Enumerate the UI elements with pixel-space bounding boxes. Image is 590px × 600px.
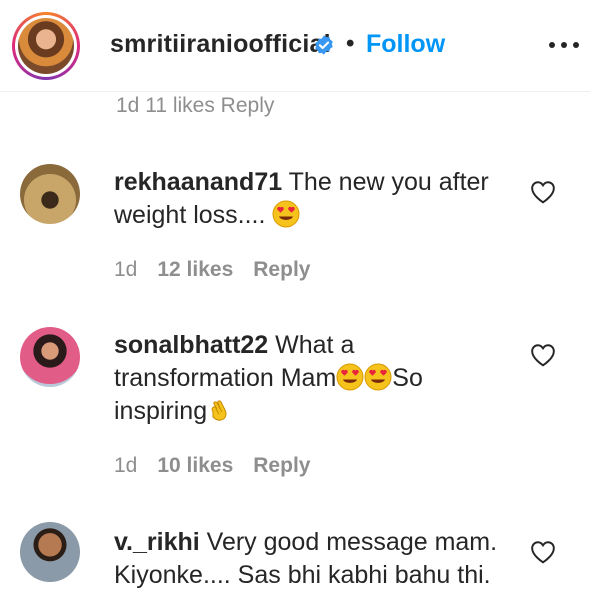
comment-time: 1d: [114, 258, 138, 281]
comment-meta: 1d 10 likes Reply: [114, 454, 310, 478]
reply-button[interactable]: Reply: [253, 454, 310, 478]
profile-username[interactable]: smritiiranioofficial: [110, 30, 331, 59]
comment-likes[interactable]: 12 likes: [157, 258, 233, 282]
comment-meta: 1d 12 likes Reply: [114, 258, 310, 282]
comment-likes[interactable]: 10 likes: [157, 454, 233, 478]
comment-text: sonalbhatt22 What a transformation Mam S…: [114, 329, 474, 428]
commenter-avatar[interactable]: [20, 522, 80, 582]
profile-avatar[interactable]: [12, 12, 80, 80]
more-dot: [561, 42, 567, 48]
comment-author[interactable]: v._rikhi: [114, 528, 200, 556]
reply-button[interactable]: Reply: [253, 258, 310, 282]
comment-author[interactable]: rekhaanand71: [114, 168, 282, 196]
comment-text: v._rikhi Very good message mam. Kiyonke.…: [114, 526, 514, 592]
more-dot: [549, 42, 555, 48]
avatar-ring-inner: [15, 15, 77, 77]
more-options-icon[interactable]: [549, 40, 579, 50]
commenter-avatar[interactable]: [20, 327, 80, 387]
more-dot: [573, 42, 579, 48]
heart-outline-icon[interactable]: [530, 540, 556, 564]
previous-comment-meta: 1d 11 likes Reply: [116, 94, 275, 117]
comment-text: rekhaanand71 The new you after weight lo…: [114, 166, 514, 232]
comment-time: 1d: [114, 454, 138, 477]
commenter-avatar[interactable]: [20, 164, 80, 224]
heart-outline-icon[interactable]: [530, 180, 556, 204]
comment-author[interactable]: sonalbhatt22: [114, 331, 268, 359]
avatar-photo: [18, 18, 74, 74]
clapping-hands-emoji-icon: [211, 400, 227, 421]
heart-eyes-emoji-icon: [364, 363, 392, 391]
verified-badge-icon: [315, 35, 333, 55]
post-header: smritiiranioofficial • Follow: [0, 0, 590, 92]
heart-eyes-emoji-icon: [272, 200, 300, 228]
heart-outline-icon[interactable]: [530, 343, 556, 367]
header-separator: •: [346, 30, 355, 57]
follow-button[interactable]: Follow: [366, 30, 445, 59]
heart-eyes-emoji-icon: [336, 363, 364, 391]
